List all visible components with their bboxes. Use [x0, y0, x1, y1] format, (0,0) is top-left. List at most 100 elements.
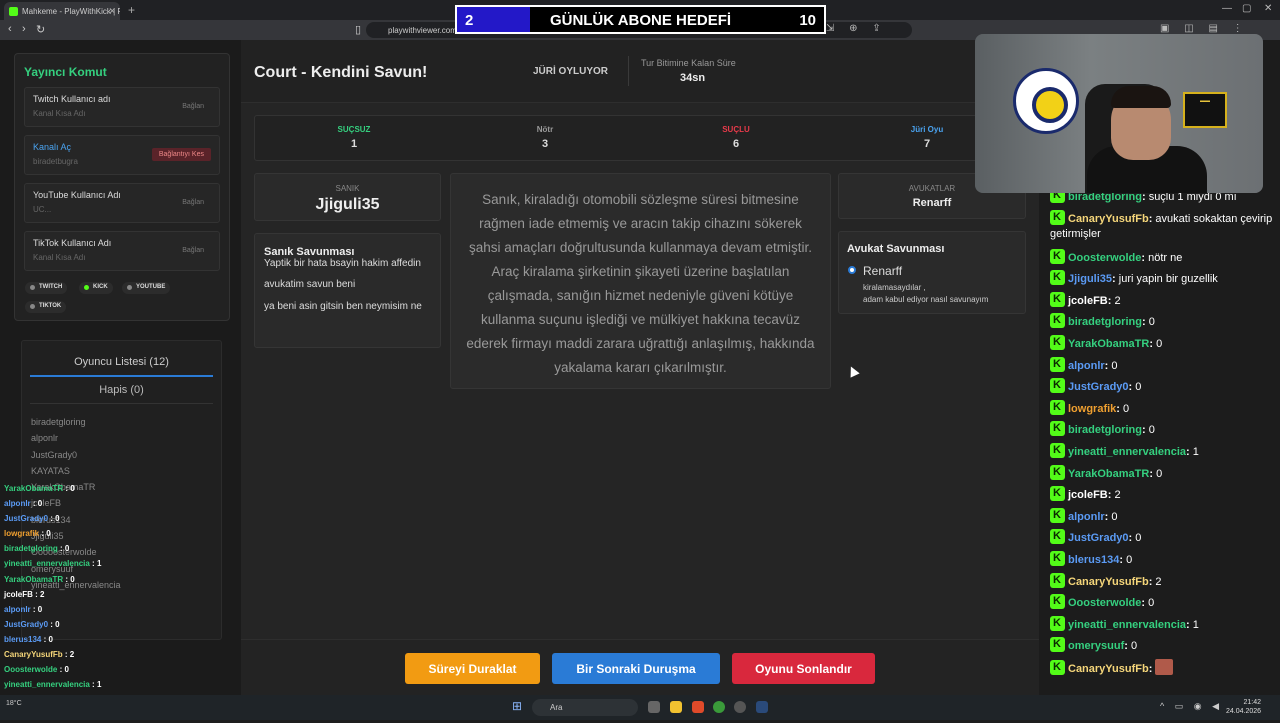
- chat-username[interactable]: yineatti_ennervalencia: [1068, 446, 1186, 458]
- chat-username[interactable]: alponlr: [1068, 360, 1105, 372]
- overlay-chat-value: 0: [37, 499, 43, 509]
- system-tray-icons[interactable]: ^ ▭ ◉ ◀: [1160, 701, 1223, 712]
- end-game-button[interactable]: Oyunu Sonlandır: [732, 653, 875, 684]
- tab-jail[interactable]: Hapis (0): [22, 384, 221, 396]
- maximize-icon[interactable]: ▢: [1242, 3, 1251, 14]
- overlay-chat-value: 0: [70, 574, 75, 584]
- chat-username[interactable]: JustGrady0: [1068, 381, 1129, 393]
- account-input[interactable]: Kanal Kısa Adı: [33, 253, 85, 262]
- browser-tab[interactable]: Mahkeme - PlayWithKick | PlayW... ✕: [4, 2, 120, 20]
- connect-button[interactable]: Bağlan: [175, 196, 211, 209]
- extension-icons[interactable]: ▣ ◫ ▤ ⋮: [1160, 23, 1249, 34]
- chat-username[interactable]: Ooosterwolde: [1068, 597, 1141, 609]
- overlay-chat-row: alponlr : 0: [4, 602, 101, 617]
- platform-twitch[interactable]: TWITCH: [25, 282, 68, 294]
- chat-text: 0: [1130, 640, 1138, 653]
- kick-badge-icon: [1050, 248, 1065, 264]
- chat-text: nötr ne: [1148, 251, 1183, 264]
- separator: :: [30, 604, 38, 614]
- defendant-label: SANIK: [335, 184, 360, 193]
- chat-username[interactable]: alponlr: [1068, 511, 1105, 523]
- chat-username[interactable]: yineatti_ennervalencia: [1068, 619, 1186, 631]
- chat-username[interactable]: CanaryYusufFb: [1068, 663, 1149, 675]
- pause-timer-button[interactable]: Süreyi Duraklat: [405, 653, 540, 684]
- tab-player-list[interactable]: Oyuncu Listesi (12): [22, 356, 221, 368]
- chat-username[interactable]: biradetgloring: [1068, 316, 1142, 328]
- separator: :: [1186, 618, 1193, 631]
- stat-label: SUÇLU: [722, 125, 750, 134]
- connect-button[interactable]: Bağlan: [175, 244, 211, 257]
- overlay-chat-value: 0: [55, 514, 60, 524]
- taskbar: 18°C ⊞ Ara ^ ▭ ◉ ◀ 21:42 24.04.2026: [0, 695, 1280, 720]
- clock[interactable]: 21:42 24.04.2026: [1226, 698, 1261, 716]
- chat-username[interactable]: CanaryYusufFb: [1068, 576, 1149, 588]
- kick-badge-icon: [1050, 356, 1065, 372]
- chrome-icon[interactable]: [713, 701, 725, 713]
- chat-username[interactable]: jcoleFB: [1068, 489, 1108, 501]
- account-name: YouTube Kullanıcı Adı: [33, 190, 121, 200]
- chat-username[interactable]: Ooosterwolde: [1068, 252, 1141, 264]
- lawyer-line: adam kabul ediyor nasıl savunayım: [863, 295, 989, 304]
- search-placeholder: Ara: [550, 703, 563, 712]
- start-icon[interactable]: ⊞: [512, 699, 522, 713]
- chat-username[interactable]: omerysuuf: [1068, 640, 1124, 652]
- platform-kick[interactable]: KICK: [79, 282, 113, 294]
- forward-icon[interactable]: ›: [22, 23, 26, 35]
- connect-button[interactable]: Bağlan: [175, 100, 211, 113]
- chat-username[interactable]: YarakObamaTR: [1068, 468, 1149, 480]
- chat-message: alponlr: 0: [1050, 507, 1278, 525]
- account-input[interactable]: biradetbugra: [33, 157, 78, 166]
- kick-badge-icon: [1050, 291, 1065, 307]
- brave-icon[interactable]: [692, 701, 704, 713]
- goal-title: GÜNLÜK ABONE HEDEFİ: [549, 12, 732, 29]
- reload-icon[interactable]: ↻: [36, 23, 45, 36]
- kick-badge-icon: [1050, 637, 1065, 653]
- kick-badge-icon: [1050, 209, 1065, 225]
- separator: :: [89, 559, 97, 569]
- bookmark-icon[interactable]: ▯: [355, 23, 361, 36]
- overlay-chat-user: yineatti_ennervalencia: [4, 680, 90, 690]
- address-action-icons[interactable]: ⇲ ⊕ ⇪: [826, 23, 887, 34]
- platform-youtube[interactable]: YOUTUBE: [122, 282, 171, 294]
- close-window-icon[interactable]: ✕: [1264, 3, 1272, 14]
- chat-username[interactable]: lowgrafik: [1068, 403, 1116, 415]
- minimize-icon[interactable]: —: [1222, 3, 1232, 14]
- chat-username[interactable]: Jjiguli35: [1068, 273, 1112, 285]
- overlay-chat-value: 1: [96, 680, 102, 690]
- chat-username[interactable]: CanaryYusufFb: [1068, 213, 1149, 225]
- overlay-chat-user: JustGrady0: [4, 619, 49, 629]
- file-explorer-icon[interactable]: [670, 701, 682, 713]
- close-tab-icon[interactable]: ✕: [108, 6, 116, 17]
- lawyer-radio[interactable]: [848, 266, 856, 274]
- goal-max: 10: [799, 12, 816, 29]
- task-view-icon[interactable]: [648, 701, 660, 713]
- taskbar-search[interactable]: Ara: [532, 699, 638, 716]
- chat-username[interactable]: blerus134: [1068, 554, 1119, 566]
- chat-username[interactable]: jcoleFB: [1068, 295, 1108, 307]
- disconnect-button[interactable]: Bağlantıyı Kes: [151, 148, 211, 161]
- account-name: TikTok Kullanıcı Adı: [33, 238, 112, 248]
- overlay-chat-row: JustGrady0 : 0: [4, 511, 101, 526]
- weather-widget[interactable]: 18°C: [6, 700, 22, 707]
- app-icon[interactable]: [734, 701, 746, 713]
- chat-text: 0: [1148, 316, 1155, 329]
- chat-message: biradetgloring: 0: [1050, 313, 1278, 330]
- page-title: Court - Kendini Savun!: [254, 64, 428, 81]
- account-input[interactable]: UC...: [33, 205, 51, 214]
- platform-tiktok[interactable]: TIKTOK: [25, 301, 67, 313]
- overlay-chat-user: blerus134: [4, 634, 42, 644]
- chat-username[interactable]: biradetgloring: [1068, 424, 1142, 436]
- separator: :: [1148, 663, 1156, 675]
- account-input[interactable]: Kanal Kısa Adı: [33, 109, 85, 118]
- stat-value: 1: [350, 138, 358, 150]
- tiktok-account: TikTok Kullanıcı Adı Kanal Kısa Adı Bağl…: [24, 231, 220, 271]
- new-tab-button[interactable]: +: [128, 3, 135, 17]
- next-hearing-button[interactable]: Bir Sonraki Duruşma: [552, 653, 720, 684]
- chat-username[interactable]: YarakObamaTR: [1068, 338, 1149, 350]
- chat-message: CanaryYusufFb:: [1050, 659, 1278, 677]
- overlay-chat-value: 0: [55, 619, 60, 629]
- chat-username[interactable]: JustGrady0: [1068, 532, 1129, 544]
- back-icon[interactable]: ‹: [8, 23, 12, 35]
- stat-label: Nötr: [536, 125, 554, 134]
- steam-icon[interactable]: [756, 701, 768, 713]
